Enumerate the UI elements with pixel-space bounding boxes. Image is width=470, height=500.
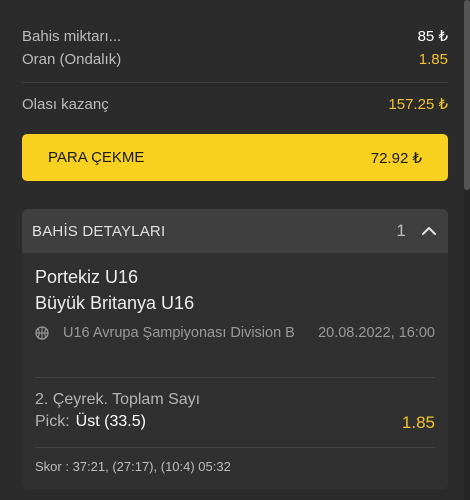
score-divider <box>35 447 435 448</box>
cashout-label: PARA ÇEKME <box>48 149 145 166</box>
league-name: U16 Avrupa Şampiyonası Division B <box>63 325 295 341</box>
away-team: Büyük Britanya U16 <box>35 293 195 313</box>
bet-details-header[interactable]: BAHİS DETAYLARI 1 <box>22 209 448 253</box>
chevron-up-icon[interactable] <box>420 222 438 240</box>
bet-details-body: Portekiz U16 Büyük Britanya U16 U16 Avru… <box>22 253 448 489</box>
scrollbar-thumb[interactable] <box>464 0 470 190</box>
cashout-button[interactable]: PARA ÇEKME 72.92 ₺ <box>22 134 448 181</box>
market-name: 2. Çeyrek. Toplam Sayı <box>35 391 201 408</box>
stake-label: Bahis miktarı... <box>22 27 122 45</box>
details-divider <box>35 377 435 378</box>
bet-details-title: BAHİS DETAYLARI <box>32 222 166 240</box>
odds-row: Oran (Ondalık) 1.85 <box>22 51 448 68</box>
pick-row: Pick: Üst (33.5) 1.85 <box>35 413 435 433</box>
pick-odds: 1.85 <box>401 413 435 432</box>
potential-row: Olası kazanç 157.25 ₺ <box>22 95 448 114</box>
home-team: Portekiz U16 <box>35 267 139 287</box>
bet-details-panel: BAHİS DETAYLARI 1 Portekiz U16 Büyük Bri… <box>22 209 448 489</box>
potential-value: 157.25 ₺ <box>388 96 448 113</box>
pick-label: Pick: <box>35 413 70 430</box>
stake-row: Bahis miktarı... 85 ₺ <box>22 27 448 46</box>
basketball-icon <box>35 326 49 340</box>
live-score: Skor : 37:21, (27:17), (10:4) 05:32 <box>35 459 231 474</box>
selection-count: 1 <box>396 221 406 240</box>
league-row: U16 Avrupa Şampiyonası Division B 20.08.… <box>35 324 435 364</box>
odds-label: Oran (Ondalık) <box>22 51 122 68</box>
event-datetime: 20.08.2022, 16:00 <box>318 325 435 341</box>
potential-label: Olası kazanç <box>22 95 109 113</box>
stake-value: 85 ₺ <box>417 28 448 45</box>
summary-divider <box>22 82 448 83</box>
odds-value: 1.85 <box>418 51 448 68</box>
cashout-amount: 72.92 ₺ <box>370 149 422 167</box>
pick-selection: Üst (33.5) <box>75 413 146 430</box>
